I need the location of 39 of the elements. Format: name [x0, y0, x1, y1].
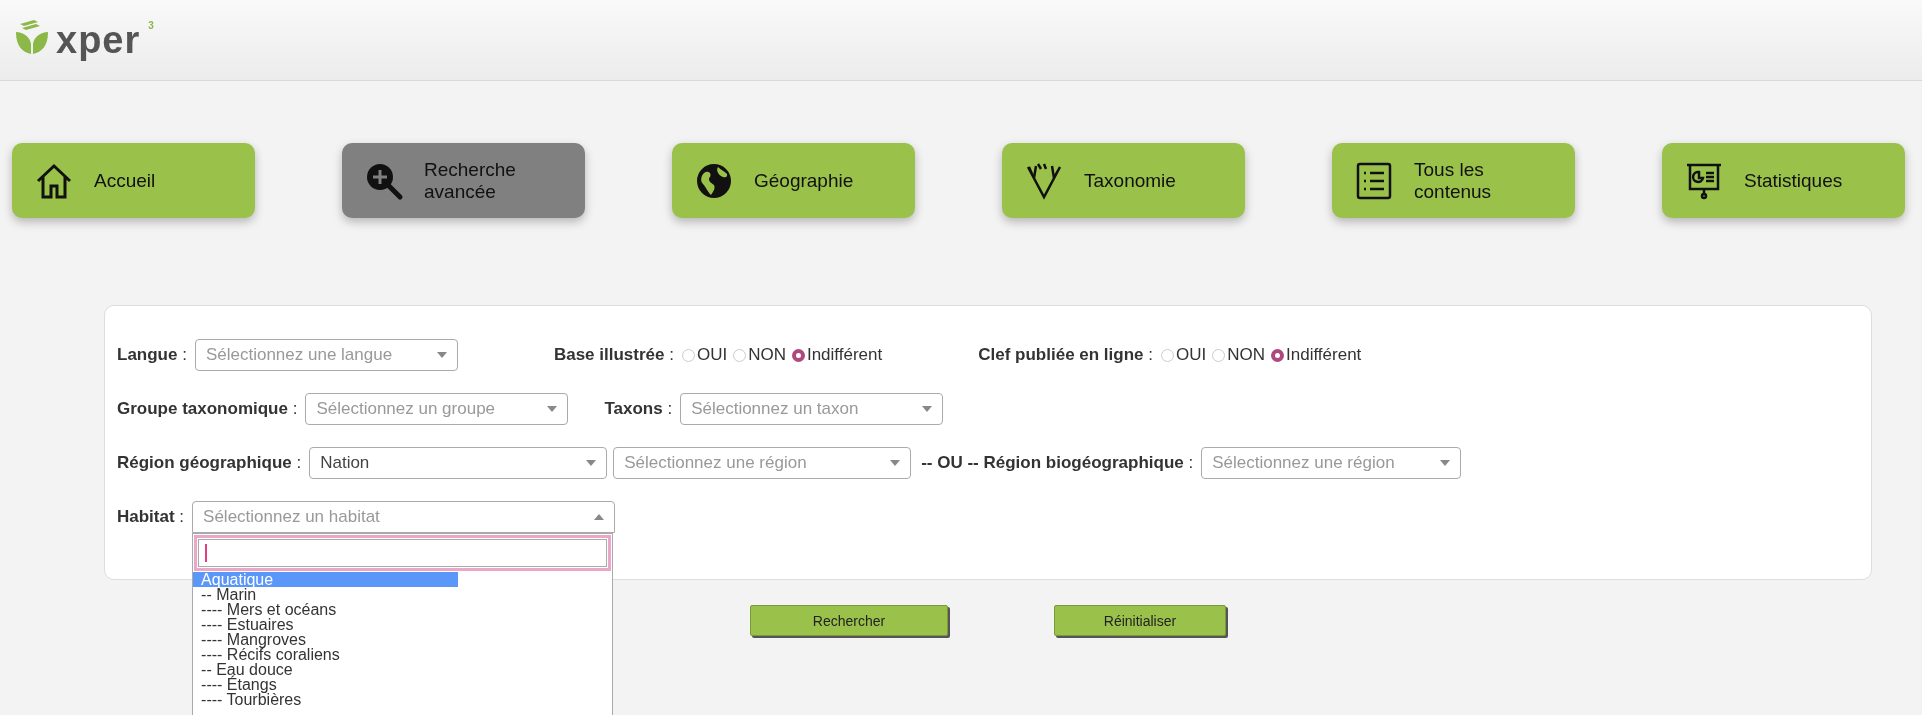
dropdown-option[interactable]: ---- Étangs	[193, 677, 459, 692]
field-label: Taxons :	[604, 399, 673, 419]
nav-button[interactable]: Taxonomie	[1002, 143, 1245, 218]
radio-label: OUI	[696, 345, 728, 365]
radio-label: Indifférent	[806, 345, 883, 365]
version-number: 3	[148, 20, 154, 31]
dropdown-option[interactable]: -- Eau douce	[193, 662, 459, 677]
logo-text: xper	[56, 20, 141, 60]
dropdown-option[interactable]: -- Marin	[193, 587, 459, 602]
field-label: Base illustrée :	[553, 345, 674, 365]
nav-button[interactable]: Statistiques	[1662, 143, 1905, 218]
dropdown-option[interactable]: ---- Mers et océans	[193, 602, 459, 617]
radio-label: NON	[748, 345, 786, 365]
radio-button[interactable]	[1271, 348, 1284, 362]
action-button[interactable]: Réinitialiser	[1054, 605, 1226, 636]
text-cursor	[205, 544, 208, 562]
field-label: Clef publiée en ligne :	[978, 345, 1153, 365]
field-label: -- OU -- Région biogéographique :	[921, 453, 1194, 473]
radio-button[interactable]	[791, 348, 805, 362]
radio-label: OUI	[1176, 345, 1207, 365]
dropdown-option[interactable]: ---- Récifs coraliens	[193, 647, 459, 662]
action-button[interactable]: Rechercher	[750, 605, 948, 636]
field-label: Langue :	[117, 345, 187, 365]
field-label: Région géographique :	[117, 453, 302, 473]
logo-icon	[14, 20, 50, 56]
dropdown-option[interactable]: ---- Tourbières	[193, 692, 459, 707]
dropdown-option[interactable]: ---- Estuaires	[193, 617, 459, 632]
nav-button[interactable]: Accueil	[12, 143, 255, 218]
nav-button[interactable]: Géographie	[672, 143, 915, 218]
dropdown-option[interactable]: ---- Mangroves	[193, 632, 459, 647]
field-label: Habitat :	[117, 507, 185, 527]
search-field[interactable]	[198, 539, 608, 567]
nav-button[interactable]: Tous les contenus	[1332, 143, 1575, 218]
dropdown-select[interactable]: Nation	[309, 447, 608, 479]
nav-button[interactable]: Recherche avancée	[342, 143, 585, 218]
radio-label: Indifférent	[1286, 345, 1362, 365]
list-icon	[1354, 160, 1394, 201]
field-label: Groupe taxonomique :	[117, 399, 298, 419]
radio-label: NON	[1227, 345, 1265, 365]
